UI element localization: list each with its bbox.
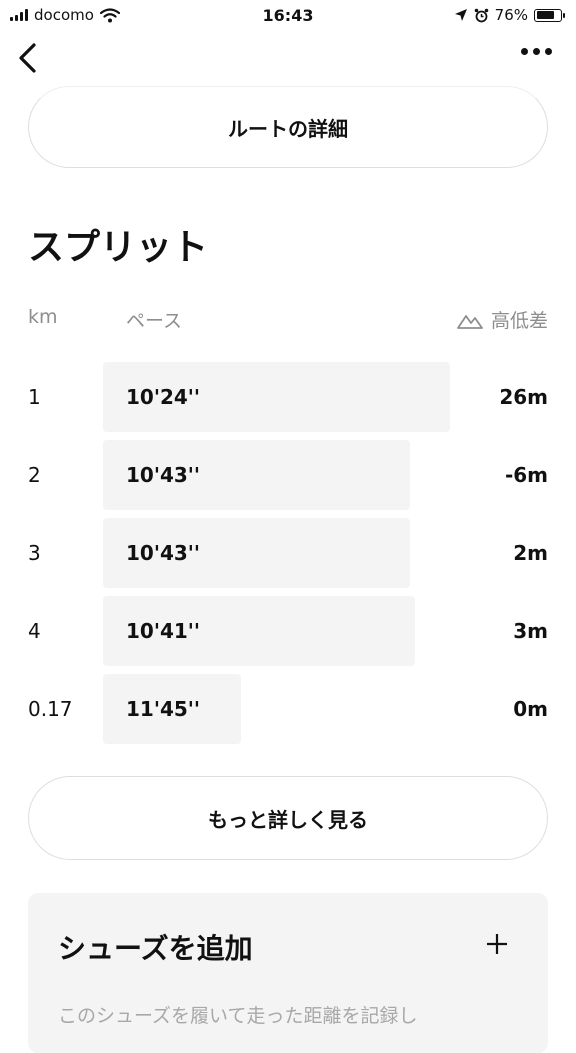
elevation-column-header: 高低差 — [457, 306, 548, 333]
split-km: 2 — [28, 463, 41, 487]
km-column-header: km — [28, 306, 58, 328]
alarm-icon — [474, 8, 488, 22]
back-button[interactable] — [14, 40, 44, 76]
more-horizontal-icon — [521, 48, 528, 55]
battery-fill — [536, 11, 554, 19]
elevation-header-label: 高低差 — [490, 310, 548, 332]
split-elevation: 3m — [513, 619, 548, 643]
plus-icon[interactable] — [486, 933, 508, 955]
split-row: 2 10'43'' -6m — [0, 440, 576, 510]
more-details-button[interactable]: もっと詳しく見る — [28, 776, 548, 860]
location-arrow-icon — [454, 9, 467, 21]
split-km: 0.17 — [28, 697, 73, 721]
status-right: 76% — [454, 6, 565, 24]
split-km: 4 — [28, 619, 41, 643]
split-km: 3 — [28, 541, 41, 565]
split-pace: 10'43'' — [126, 541, 201, 565]
mountain-icon — [457, 314, 483, 329]
split-pace: 10'43'' — [126, 463, 201, 487]
split-pace: 10'24'' — [126, 385, 201, 409]
more-options-button[interactable] — [521, 48, 552, 55]
split-row: 0.17 11'45'' 0m — [0, 674, 576, 744]
status-bar: docomo 16:43 76% — [0, 0, 576, 30]
battery-percent: 76% — [494, 6, 528, 24]
battery-icon — [534, 8, 565, 22]
add-shoes-title: シューズを追加 — [58, 932, 253, 965]
split-row: 3 10'43'' 2m — [0, 518, 576, 588]
split-elevation: 26m — [499, 385, 548, 409]
split-elevation: 2m — [513, 541, 548, 565]
more-details-label: もっと詳しく見る — [208, 807, 368, 832]
pace-column-header: ペース — [126, 310, 183, 332]
route-details-button[interactable]: ルートの詳細 — [28, 86, 548, 168]
split-row: 4 10'41'' 3m — [0, 596, 576, 666]
split-elevation: 0m — [513, 697, 548, 721]
split-pace: 10'41'' — [126, 619, 201, 643]
split-row: 1 10'24'' 26m — [0, 362, 576, 432]
split-pace: 11'45'' — [126, 697, 201, 721]
split-km: 1 — [28, 385, 41, 409]
add-shoes-card[interactable]: シューズを追加 このシューズを履いて走った距離を記録し — [28, 893, 548, 1053]
splits-title: スプリット — [28, 227, 209, 268]
split-elevation: -6m — [504, 463, 548, 487]
route-details-label: ルートの詳細 — [228, 116, 348, 141]
chevron-left-icon — [19, 43, 36, 73]
